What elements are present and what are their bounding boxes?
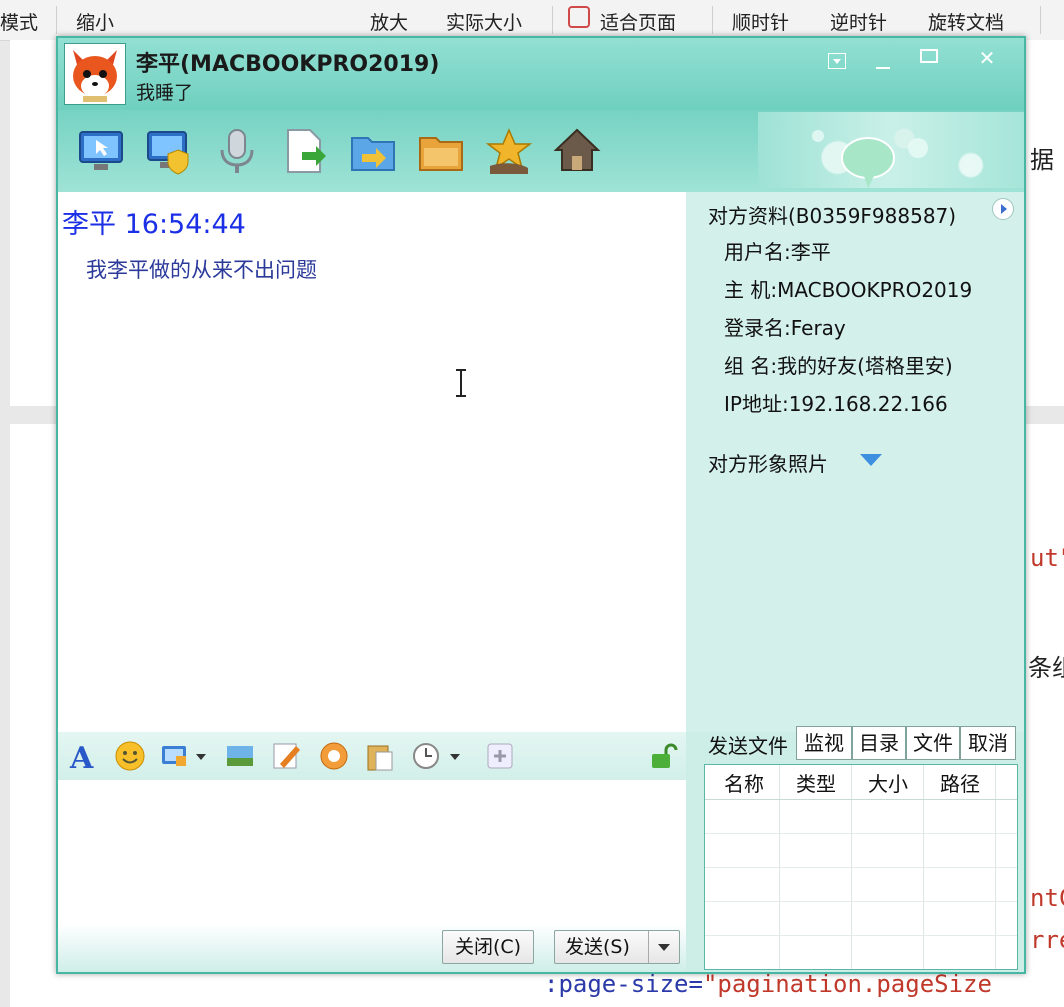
- send-button[interactable]: 发送(S): [554, 930, 680, 964]
- message-header: 李平 16:54:44: [62, 209, 246, 240]
- chat-window: 李平(MACBOOKPRO2019) 我睡了 ✕ 李平 16:54:44 我李平…: [56, 36, 1026, 974]
- maximize-icon: [920, 49, 938, 63]
- format-toolbar: A: [58, 732, 686, 780]
- send-folder-icon[interactable]: [348, 126, 398, 176]
- code-fragment: rre: [1030, 926, 1064, 954]
- decorative-banner: [758, 112, 1024, 188]
- close-icon: ✕: [978, 46, 996, 70]
- info-group: 组 名:我的好友(塔格里安): [724, 354, 953, 378]
- doc-fragment: 据: [1030, 146, 1054, 174]
- send-file-icon[interactable]: [280, 126, 330, 176]
- code-fragment: ntC: [1030, 884, 1064, 912]
- history-icon[interactable]: [410, 740, 466, 772]
- toolbar-fit-page[interactable]: 适合页面: [600, 8, 676, 35]
- info-login: 登录名:Feray: [724, 316, 846, 340]
- toolbar-rotate-ccw[interactable]: 逆时针: [830, 8, 887, 35]
- send-button-label: 发送(S): [565, 936, 630, 958]
- column-name[interactable]: 名称: [709, 769, 779, 799]
- function-toolbar: [58, 110, 1024, 192]
- message-text: 我李平做的从来不出问题: [86, 258, 317, 282]
- info-host: 主 机:MACBOOKPRO2019: [724, 278, 973, 302]
- minimize-button[interactable]: [866, 42, 900, 74]
- expand-photo-icon[interactable]: [860, 454, 882, 466]
- action-bar: 关闭(C) 发送(S): [58, 924, 686, 972]
- tab-monitor[interactable]: 监视: [796, 726, 852, 760]
- contact-info-header: 对方资料(B0359F988587): [708, 204, 957, 228]
- paste-icon[interactable]: [364, 740, 396, 772]
- font-icon[interactable]: A: [68, 740, 100, 776]
- column-path[interactable]: 路径: [925, 769, 995, 799]
- image-icon[interactable]: [224, 740, 256, 772]
- tab-directory[interactable]: 目录: [852, 726, 906, 760]
- minimize-icon: [876, 67, 890, 69]
- contact-title: 李平(MACBOOKPRO2019): [136, 52, 440, 77]
- tab-file[interactable]: 文件: [906, 726, 960, 760]
- svg-text:A: A: [69, 741, 94, 772]
- emoji-icon[interactable]: [114, 740, 146, 772]
- message-input[interactable]: [58, 780, 686, 924]
- code-fragment: ut": [1030, 544, 1064, 572]
- info-username: 用户名:李平: [724, 240, 831, 264]
- voice-chat-icon[interactable]: [212, 126, 262, 176]
- toolbar-mode[interactable]: 模式: [0, 8, 38, 35]
- window-menu-button[interactable]: [820, 42, 854, 74]
- chat-bubble-icon: [812, 130, 976, 188]
- maximize-button[interactable]: [912, 42, 946, 74]
- fit-page-icon: [568, 6, 590, 28]
- background-toolbar: 模式 缩小 放大 实际大小 适合页面 顺时针 逆时针 旋转文档: [0, 0, 1064, 41]
- info-toggle-button[interactable]: [992, 198, 1014, 220]
- column-size[interactable]: 大小: [853, 769, 923, 799]
- toolbar-rotate-doc[interactable]: 旋转文档: [928, 8, 1004, 35]
- plugin-icon[interactable]: [484, 740, 516, 772]
- chevron-down-icon: [658, 944, 670, 951]
- toolbar-zoom-in[interactable]: 放大: [370, 8, 408, 35]
- code-line: :page-size="pagination.pageSize: [544, 970, 992, 998]
- title-bar[interactable]: 李平(MACBOOKPRO2019) 我睡了 ✕: [58, 38, 1024, 110]
- close-button[interactable]: ✕: [970, 42, 1004, 74]
- info-ip: IP地址:192.168.22.166: [724, 392, 948, 416]
- file-panel-header: 发送文件 监视 目录 文件 取消: [686, 724, 1024, 764]
- window-menu-icon: [828, 53, 846, 69]
- send-options-dropdown[interactable]: [648, 931, 679, 963]
- toolbar-actual-size[interactable]: 实际大小: [446, 8, 522, 35]
- message-history[interactable]: 李平 16:54:44 我李平做的从来不出问题: [58, 192, 686, 732]
- tab-cancel[interactable]: 取消: [960, 726, 1016, 760]
- contact-status: 我睡了: [136, 82, 194, 104]
- column-type[interactable]: 类型: [781, 769, 851, 799]
- fox-avatar-icon: [65, 44, 125, 104]
- avatar[interactable]: [64, 43, 126, 105]
- text-cursor-icon: [456, 369, 466, 397]
- contact-info-panel: 对方资料(B0359F988587) 用户名:李平 主 机:MACBOOKPRO…: [686, 192, 1024, 732]
- remote-assist-icon[interactable]: [76, 126, 126, 176]
- shared-folder-icon[interactable]: [416, 126, 466, 176]
- favorite-icon[interactable]: [484, 126, 534, 176]
- chevron-right-icon: [1001, 204, 1007, 214]
- lock-icon[interactable]: [648, 740, 680, 772]
- close-chat-button[interactable]: 关闭(C): [442, 930, 534, 964]
- shake-icon[interactable]: [318, 740, 350, 772]
- screenshot-icon[interactable]: [160, 740, 210, 772]
- doc-fragment: 条组: [1028, 654, 1064, 682]
- remote-control-icon[interactable]: [144, 126, 194, 176]
- toolbar-rotate-cw[interactable]: 顺时针: [732, 8, 789, 35]
- toolbar-zoom-out[interactable]: 缩小: [76, 8, 114, 35]
- photo-label: 对方形象照片: [708, 452, 828, 476]
- file-transfer-table[interactable]: 名称 类型 大小 路径: [704, 764, 1018, 970]
- handwriting-icon[interactable]: [270, 740, 302, 772]
- send-file-label: 发送文件: [708, 734, 788, 758]
- home-icon[interactable]: [552, 126, 602, 176]
